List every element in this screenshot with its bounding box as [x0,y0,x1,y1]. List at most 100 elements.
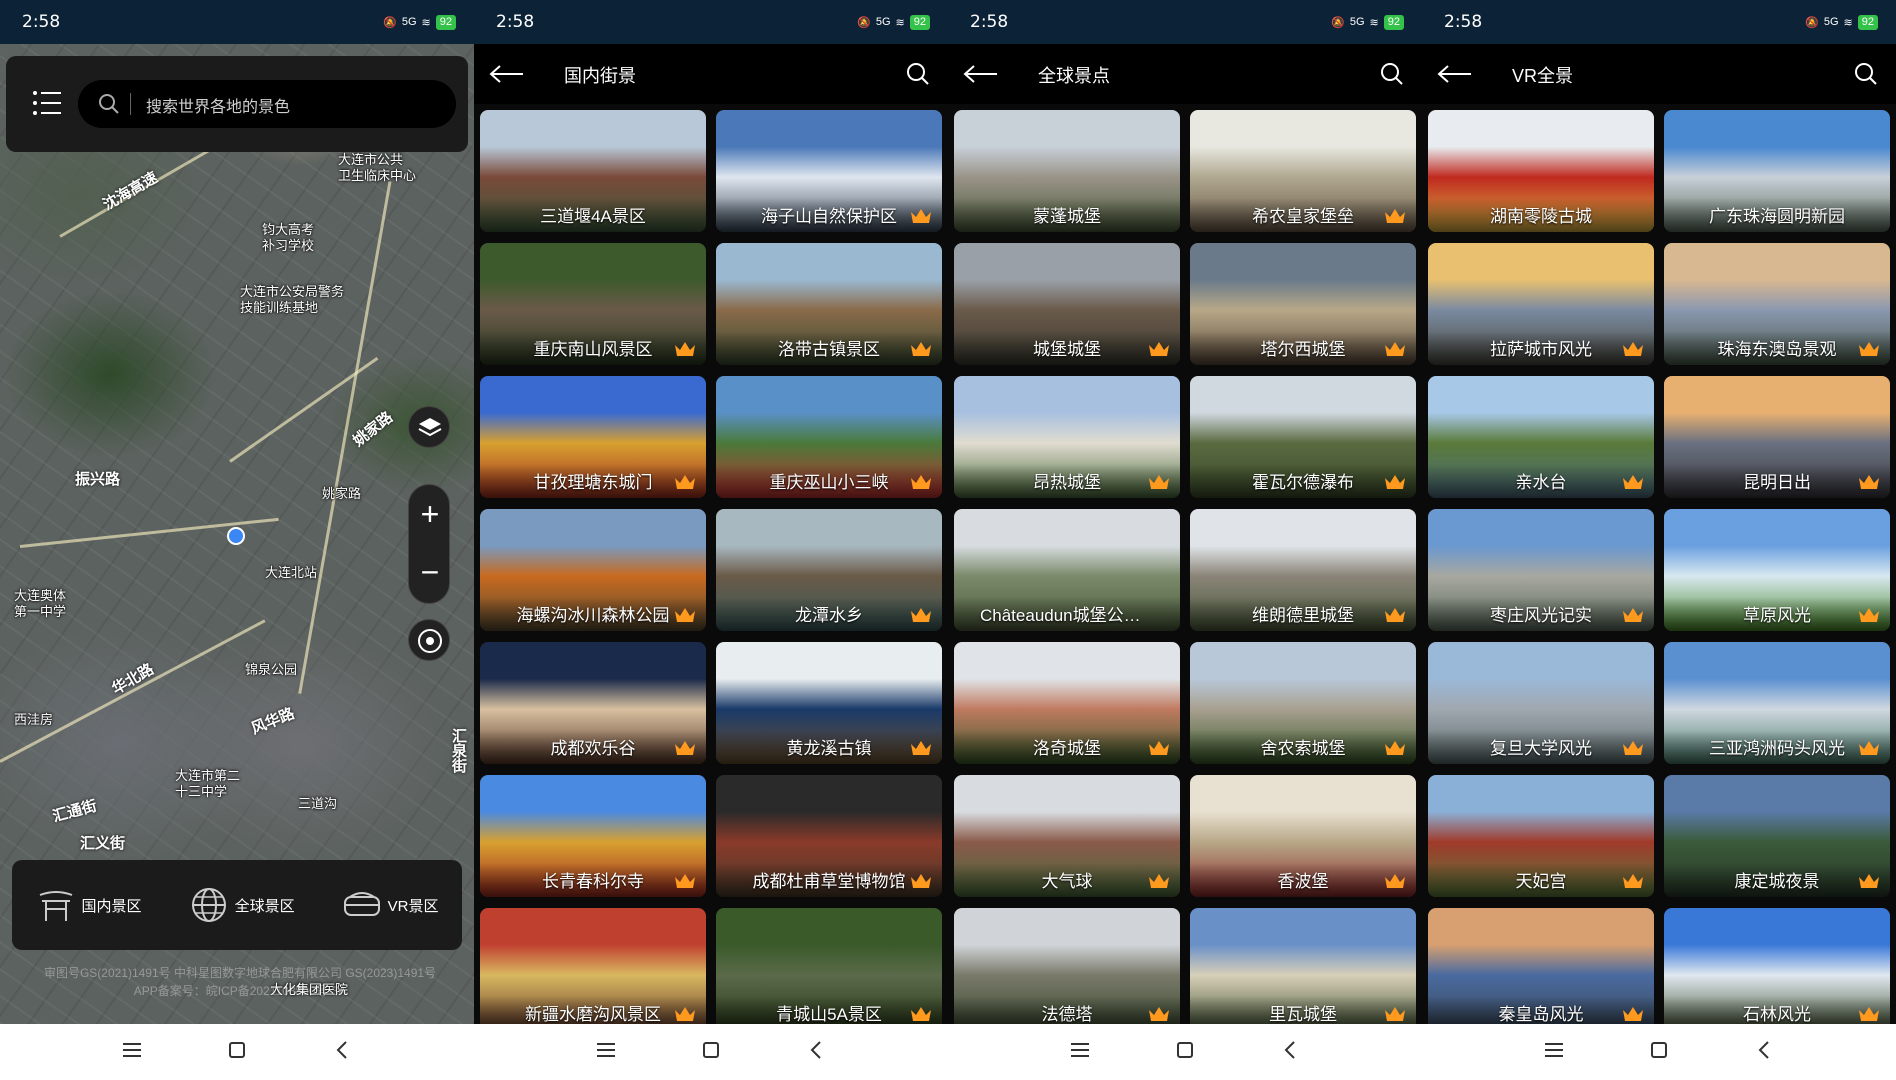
scenic-card[interactable]: 昆明日出 [1664,376,1890,498]
home-icon[interactable] [229,1042,245,1058]
scenic-card[interactable]: 秦皇岛风光 [1428,908,1654,1024]
scenic-card[interactable]: 法德塔 [954,908,1180,1024]
signal-icon: 5G [875,16,891,28]
scenic-card[interactable]: 龙潭水乡 [716,509,942,631]
scenic-card[interactable]: 枣庄风光记实 [1428,509,1654,631]
scenic-card[interactable]: 拉萨城市风光 [1428,243,1654,365]
search-icon[interactable] [1380,62,1404,86]
map-layers-button[interactable] [408,406,450,448]
scenic-card[interactable]: 蒙蓬城堡 [954,110,1180,232]
scenic-card-label: 复旦大学风光 [1428,730,1654,764]
search-icon[interactable] [906,62,930,86]
scenic-card[interactable]: 海螺沟冰川森林公园 [480,509,706,631]
scenic-card[interactable]: 海子山自然保护区 [716,110,942,232]
scenic-card[interactable]: 成都杜甫草堂博物馆 [716,775,942,897]
scenic-card[interactable]: 石林风光 [1664,908,1890,1024]
poi-label[interactable]: 西洼房 [14,712,53,728]
zoom-in-button[interactable]: + [409,485,451,545]
tab-vr-scenic[interactable]: VR景区 [342,885,438,925]
scenic-card-label: 康定城夜景 [1664,863,1890,897]
recent-apps-icon[interactable] [1071,1043,1089,1057]
scenic-card-label: 甘孜理塘东城门 [480,464,706,498]
vip-crown-icon [1385,1007,1405,1021]
scenic-card[interactable]: 舍农索城堡 [1190,642,1416,764]
scenic-card[interactable]: 草原风光 [1664,509,1890,631]
scenic-card[interactable]: 重庆巫山小三峡 [716,376,942,498]
poi-label[interactable]: 大连市第二 十三中学 [175,768,240,800]
scenic-card[interactable]: 青城山5A景区 [716,908,942,1024]
system-nav-bar [0,1024,474,1080]
title-bar: 国内街景 [474,44,948,104]
wifi-icon: ≋ [1843,16,1853,29]
scenic-card[interactable]: 珠海东澳岛景观 [1664,243,1890,365]
scenic-card-label: 广东珠海圆明新园 [1664,198,1890,232]
scenic-card[interactable]: 霍瓦尔德瀑布 [1190,376,1416,498]
tab-domestic-scenic[interactable]: 国内景区 [36,885,142,925]
scenic-card-label: 三亚鸿洲码头风光 [1664,730,1890,764]
poi-label[interactable]: 锦泉公园 [245,662,297,678]
scenic-card[interactable]: 湖南零陵古城 [1428,110,1654,232]
scenic-card[interactable]: 复旦大学风光 [1428,642,1654,764]
locate-me-button[interactable] [408,619,450,661]
scenic-card[interactable]: 重庆南山风景区 [480,243,706,365]
home-icon[interactable] [1651,1042,1667,1058]
scenic-card[interactable]: 甘孜理塘东城门 [480,376,706,498]
poi-label[interactable]: 大连市公安局警务 技能训练基地 [240,284,344,316]
scenic-card[interactable]: 里瓦城堡 [1190,908,1416,1024]
poi-label[interactable]: 大连市公共 卫生临床中心 [338,152,416,184]
scenic-card[interactable]: 洛奇城堡 [954,642,1180,764]
scenic-card[interactable]: 香波堡 [1190,775,1416,897]
back-nav-icon[interactable] [1756,1040,1772,1060]
back-nav-icon[interactable] [808,1040,824,1060]
zoom-out-button[interactable]: − [409,543,451,603]
scenic-card-label: 湖南零陵古城 [1428,198,1654,232]
recent-apps-icon[interactable] [597,1043,615,1057]
scenic-card-label: 洛奇城堡 [954,730,1180,764]
scenic-card[interactable]: 康定城夜景 [1664,775,1890,897]
back-nav-icon[interactable] [1282,1040,1298,1060]
scenic-card[interactable]: 昂热城堡 [954,376,1180,498]
scenic-card[interactable]: Châteaudun城堡公园和花园 [954,509,1180,631]
search-icon[interactable] [1854,62,1878,86]
scenic-card[interactable]: 洛带古镇景区 [716,243,942,365]
back-arrow-icon[interactable] [962,61,1000,87]
tab-global-scenic[interactable]: 全球景区 [189,885,295,925]
scenic-card[interactable]: 维朗德里城堡 [1190,509,1416,631]
back-nav-icon[interactable] [334,1040,350,1060]
scenic-card[interactable]: 黄龙溪古镇 [716,642,942,764]
recent-apps-icon[interactable] [1545,1043,1563,1057]
poi-label[interactable]: 三道沟 [298,796,337,812]
scenic-card-label: 三道堰4A景区 [480,198,706,232]
scenic-card[interactable]: 城堡城堡 [954,243,1180,365]
signal-icon: 5G [401,16,417,28]
scenic-card-label: 枣庄风光记实 [1428,597,1654,631]
page-title: 全球景点 [1038,66,1110,86]
scenic-card[interactable]: 亲水台 [1428,376,1654,498]
menu-list-icon[interactable] [32,90,62,116]
scenic-card[interactable]: 新疆水磨沟风景区 [480,908,706,1024]
vip-crown-icon [1385,874,1405,888]
scenic-card[interactable]: 三道堰4A景区 [480,110,706,232]
back-arrow-icon[interactable] [488,61,526,87]
scenic-card[interactable]: 成都欢乐谷 [480,642,706,764]
vip-crown-icon [1859,608,1879,622]
poi-label[interactable]: 钧大高考 补习学校 [262,222,314,254]
scenic-card-label: 塔尔西城堡 [1190,331,1416,365]
scenic-card[interactable]: 长青春科尔寺 [480,775,706,897]
home-icon[interactable] [703,1042,719,1058]
scenic-card[interactable]: 天妃宫 [1428,775,1654,897]
scenic-card[interactable]: 三亚鸿洲码头风光 [1664,642,1890,764]
poi-label[interactable]: 大连奥体 第一中学 [14,588,66,620]
poi-label[interactable]: 姚家路 [322,486,361,502]
map-search-input[interactable]: 搜索世界各地的景色 [78,80,456,128]
scenic-card[interactable]: 大气球 [954,775,1180,897]
vip-crown-icon [1149,741,1169,755]
scenic-card[interactable]: 广东珠海圆明新园 [1664,110,1890,232]
recent-apps-icon[interactable] [123,1043,141,1057]
scenic-card[interactable]: 塔尔西城堡 [1190,243,1416,365]
back-arrow-icon[interactable] [1436,61,1474,87]
home-icon[interactable] [1177,1042,1193,1058]
poi-label[interactable]: 大连北站 [265,565,317,581]
status-bar: 2:58 🔕 5G ≋ 92 [474,0,948,44]
scenic-card[interactable]: 希农皇家堡垒 [1190,110,1416,232]
